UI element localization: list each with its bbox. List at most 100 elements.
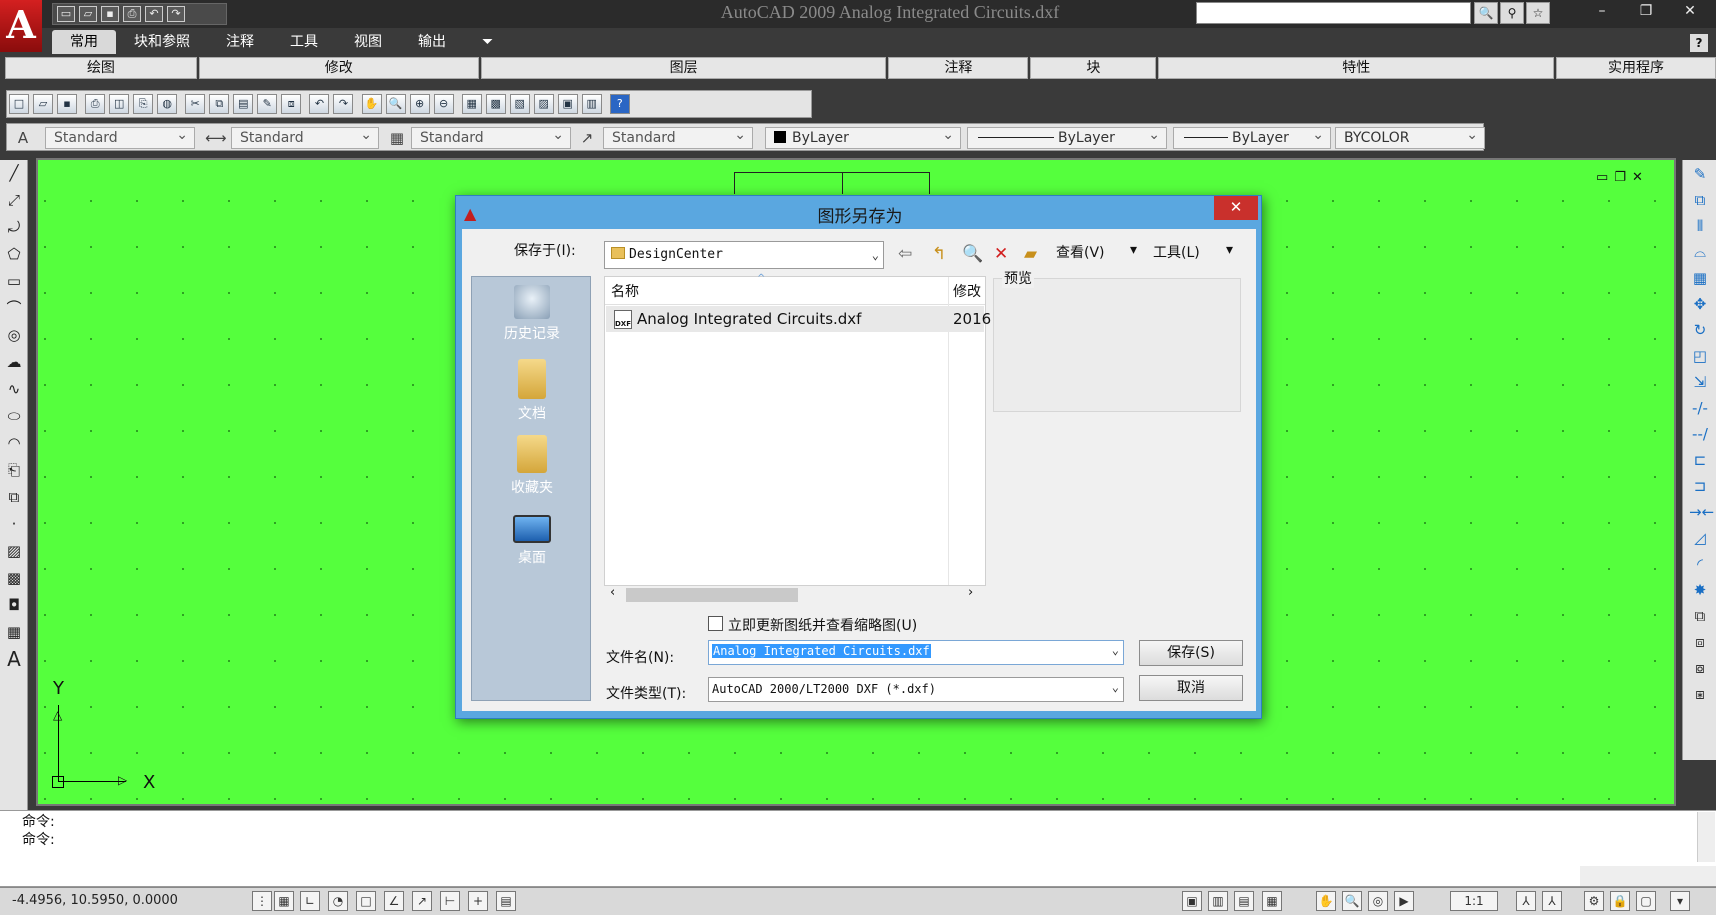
text-style-select[interactable]: Standard [45, 125, 195, 149]
fillet-icon[interactable]: ◜ [1689, 553, 1711, 575]
construction-line-icon[interactable]: ⤢ [3, 189, 25, 211]
table-style-select[interactable]: Standard [411, 125, 571, 149]
region-icon[interactable]: ◘ [3, 594, 25, 616]
filetype-select[interactable]: AutoCAD 2000/LT2000 DXF (*.dxf) ⌄ [708, 677, 1124, 702]
arc-icon[interactable]: ⌒ [3, 297, 25, 319]
gradient-icon[interactable]: ▩ [3, 567, 25, 589]
paste-icon[interactable]: ▤ [233, 94, 254, 114]
save-file-icon[interactable]: ▪ [57, 94, 77, 114]
help-button[interactable]: ? [1690, 34, 1708, 52]
place-documents[interactable]: 文档 [472, 359, 592, 423]
zoom-realtime-icon[interactable]: 🔍 [385, 94, 406, 114]
dim-style-select[interactable]: Standard [231, 125, 379, 149]
plotstyle-control-select[interactable]: BYCOLOR [1335, 125, 1485, 149]
draw-order-icon[interactable]: ⧉ [1689, 605, 1711, 627]
extend-icon[interactable]: --/ [1689, 423, 1711, 445]
view-menu[interactable]: 查看(V) [1056, 242, 1105, 262]
table-icon[interactable]: ▦ [3, 621, 25, 643]
tools-menu[interactable]: 工具(L) [1153, 242, 1200, 262]
design-center-icon[interactable]: ▩ [485, 94, 506, 114]
zoom-status-icon[interactable]: 🔍 [1342, 891, 1362, 911]
redo-icon[interactable]: ↷ [167, 6, 185, 22]
undo-tool-icon[interactable]: ↶ [309, 94, 330, 114]
drawing-close-icon[interactable]: ✕ [1632, 170, 1643, 185]
layout1-icon[interactable]: ▥ [1208, 891, 1228, 911]
model-space-icon[interactable]: ▣ [1182, 891, 1202, 911]
linetype-control-select[interactable]: ByLayer [967, 125, 1167, 149]
annotation-visibility-icon[interactable]: ⅄ [1516, 891, 1536, 911]
circle-icon[interactable]: ◎ [3, 324, 25, 346]
ellipse-arc-icon[interactable]: ◠ [3, 432, 25, 454]
column-name[interactable]: 名称 [611, 281, 639, 301]
view-menu-arrow-icon[interactable]: ▾ [1130, 242, 1137, 258]
tab-output[interactable]: 输出 [400, 30, 464, 54]
filename-dropdown-icon[interactable]: ⌄ [1112, 643, 1119, 657]
send-back-icon[interactable]: ⧇ [1689, 657, 1711, 679]
panel-block[interactable]: 块 [1030, 57, 1157, 79]
lineweight-toggle-icon[interactable]: + [468, 891, 488, 911]
print-icon[interactable]: ⎙ [123, 6, 141, 22]
rotate-icon[interactable]: ↻ [1689, 319, 1711, 341]
redo-tool-icon[interactable]: ↷ [333, 94, 354, 114]
polyline-icon[interactable]: ⤾ [3, 216, 25, 238]
open-icon[interactable]: ▱ [79, 6, 97, 22]
ortho-mode-icon[interactable]: ∟ [300, 891, 320, 911]
quick-view-layouts-icon[interactable]: ▦ [1262, 891, 1282, 911]
up-one-level-icon[interactable]: ↰ [932, 244, 946, 264]
join-icon[interactable]: →← [1689, 501, 1714, 523]
panel-utilities[interactable]: 实用程序 [1556, 57, 1716, 79]
communication-center-icon[interactable]: ⚲ [1500, 2, 1524, 24]
chamfer-icon[interactable]: ◿ [1689, 527, 1711, 549]
search-icon[interactable]: 🔍 [1474, 2, 1498, 24]
hatch-icon[interactable]: ▨ [3, 540, 25, 562]
steering-wheel-icon[interactable]: ◎ [1368, 891, 1388, 911]
column-modified[interactable]: 修改 [953, 281, 981, 301]
make-block-icon[interactable]: ⧉ [3, 486, 25, 508]
ribbon-minimize-toggle[interactable]: ⏷ [464, 30, 511, 54]
qnew-icon[interactable]: □ [9, 94, 29, 114]
sheet-set-icon[interactable]: ▨ [533, 94, 554, 114]
match-properties-icon[interactable]: ✎ [257, 94, 278, 114]
polar-tracking-icon[interactable]: ◔ [328, 891, 348, 911]
scroll-right-icon[interactable]: › [968, 585, 973, 600]
tab-home[interactable]: 常用 [52, 30, 116, 54]
bring-front-icon[interactable]: ⧈ [1689, 631, 1711, 653]
zoom-previous-icon[interactable]: ⊖ [433, 94, 454, 114]
cancel-button[interactable]: 取消 [1139, 675, 1243, 701]
save-in-select[interactable]: DesignCenter ⌄ [604, 241, 884, 269]
break-icon[interactable]: ⊐ [1689, 475, 1711, 497]
tab-annotate[interactable]: 注释 [208, 30, 272, 54]
dynamic-input-icon[interactable]: ⊢ [440, 891, 460, 911]
grid-display-icon[interactable]: ▦ [274, 891, 294, 911]
text-front-icon[interactable]: ⧆ [1689, 683, 1711, 705]
block-editor-icon[interactable]: ⧈ [281, 94, 302, 114]
place-desktop[interactable]: 桌面 [472, 515, 592, 567]
layout2-icon[interactable]: ▤ [1234, 891, 1254, 911]
status-menu-icon[interactable]: ▾ [1670, 891, 1690, 911]
copy-object-icon[interactable]: ⧉ [1689, 189, 1711, 211]
drawing-minimize-icon[interactable]: ▭ [1596, 170, 1608, 185]
lineweight-control-select[interactable]: ByLayer [1173, 125, 1331, 149]
filetype-dropdown-icon[interactable]: ⌄ [1112, 680, 1119, 694]
update-thumbnail-checkbox[interactable] [708, 616, 723, 631]
tab-view[interactable]: 视图 [336, 30, 400, 54]
trim-icon[interactable]: -/- [1689, 397, 1711, 419]
showmotion-icon[interactable]: ▶ [1394, 891, 1414, 911]
clean-screen-icon[interactable]: ▢ [1636, 891, 1656, 911]
plot-icon[interactable]: ⎙ [85, 94, 106, 114]
coordinate-readout[interactable]: -4.4956, 10.5950, 0.0000 [12, 893, 178, 908]
line-icon[interactable]: ╱ [3, 162, 25, 184]
zoom-window-icon[interactable]: ⊕ [409, 94, 430, 114]
explode-icon[interactable]: ✸ [1689, 579, 1711, 601]
array-icon[interactable]: ▦ [1689, 267, 1711, 289]
search-web-icon[interactable]: 🔍 [962, 244, 983, 264]
snap-mode-icon[interactable]: ⋮ [252, 891, 272, 911]
dialog-close-button[interactable]: ✕ [1214, 196, 1258, 220]
break-at-point-icon[interactable]: ⊏ [1689, 449, 1711, 471]
multiline-text-icon[interactable]: A [3, 648, 25, 670]
place-history[interactable]: 历史记录 [472, 285, 592, 343]
move-icon[interactable]: ✥ [1689, 293, 1711, 315]
tab-blocks-references[interactable]: 块和参照 [116, 30, 208, 54]
cut-icon[interactable]: ✂ [185, 94, 206, 114]
lock-toolbars-icon[interactable]: 🔒 [1610, 891, 1630, 911]
